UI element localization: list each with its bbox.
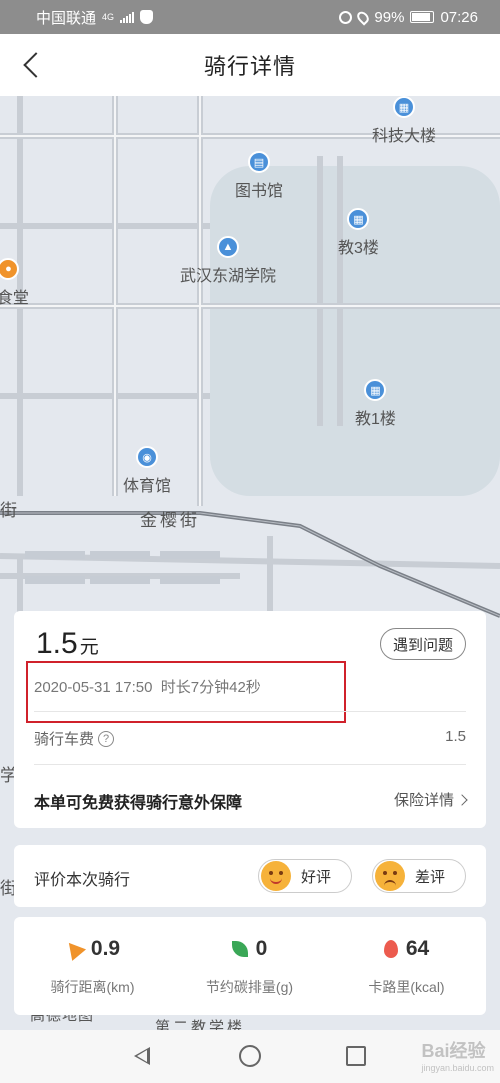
poi-jiao3[interactable]: ▦ 教3楼 [338, 208, 379, 258]
insurance-title: 本单可免费获得骑行意外保障 [34, 795, 243, 812]
bad-review-label: 差评 [415, 868, 446, 886]
poi-label: 教3楼 [338, 240, 379, 257]
good-review-label: 好评 [301, 868, 332, 886]
stat-distance-label: 骑行距离(km) [50, 979, 135, 995]
page-title: 骑行详情 [203, 54, 296, 79]
poi-keji-building[interactable]: ▦ 科技大楼 [372, 96, 436, 146]
rating-card: 评价本次骑行 好评 差评 [14, 845, 486, 907]
status-left: 中国联通 4G [36, 7, 154, 28]
back-button[interactable] [18, 50, 48, 80]
poi-wuhan-donghu[interactable]: ▲ 武汉东湖学院 [180, 236, 276, 286]
angry-face-icon [375, 861, 405, 891]
watermark-text: Bai经验 [421, 1041, 486, 1061]
poi-label: 教1楼 [355, 411, 396, 428]
nav-recent-icon[interactable] [346, 1046, 366, 1066]
stat-carbon-label: 节约碳排量(g) [205, 979, 294, 995]
leaf-icon [231, 941, 248, 957]
poi-label: 体育馆 [123, 478, 172, 495]
fee-value: 1.5 [445, 728, 466, 745]
stat-calories: 64 卡路里(kcal) [328, 917, 485, 1015]
help-icon[interactable]: ? [98, 730, 115, 747]
watermark: Bai经验 jingyan.baidu.com [421, 1037, 494, 1073]
stat-distance-value: 0.9 [90, 937, 121, 960]
chevron-right-icon [456, 793, 468, 806]
stat-calories-top: 64 [328, 937, 485, 961]
building-icon: ▦ [364, 379, 387, 401]
nav-back-icon[interactable] [134, 1047, 150, 1065]
divider [34, 711, 466, 712]
poi-label: 2食堂 [0, 290, 29, 307]
status-time: 07:26 [440, 8, 478, 26]
network-label: 4G [102, 12, 115, 22]
alarm-icon [339, 10, 353, 24]
street-jinying: 金樱街 [140, 511, 200, 530]
stat-carbon-top: 0 [171, 937, 328, 961]
report-problem-button[interactable]: 遇到问题 [380, 628, 466, 660]
good-review-button[interactable]: 好评 [258, 859, 352, 893]
nav-home-icon[interactable] [239, 1045, 261, 1067]
status-right: 99% 07:26 [339, 9, 478, 26]
gym-icon: ◉ [136, 446, 158, 468]
stat-calories-value: 64 [405, 937, 430, 960]
poi-library[interactable]: ▤ 图书馆 [235, 151, 283, 201]
nav-bar: 骑行详情 [0, 34, 500, 96]
battery-icon [410, 11, 435, 23]
highlight-annotation-box [26, 661, 346, 723]
poi-jiao1[interactable]: ▦ 教1楼 [355, 379, 396, 429]
carrier-label: 中国联通 [36, 9, 97, 27]
stats-card: 0.9 骑行距离(km) 0 节约碳排量(g) 64 卡路里(kcal) [14, 917, 486, 1015]
street-teaching: 第二教学楼 [155, 1019, 246, 1030]
direction-arrow-icon [61, 937, 86, 961]
shield-icon [140, 10, 154, 24]
building-icon: ▦ [393, 96, 415, 118]
battery-percent: 99% [374, 8, 405, 26]
watermark-sub: jingyan.baidu.com [421, 1063, 494, 1073]
food-icon: ● [0, 258, 20, 280]
trip-price: 1.5 [36, 627, 78, 660]
street-left: 街 [0, 501, 20, 520]
flame-icon [383, 940, 398, 958]
divider [34, 764, 466, 765]
poi-label: 图书馆 [235, 183, 284, 200]
school-icon: ▲ [217, 236, 239, 258]
stat-carbon: 0 节约碳排量(g) [171, 917, 328, 1015]
bad-review-button[interactable]: 差评 [372, 859, 466, 893]
poi-label: 科技大楼 [372, 128, 437, 145]
location-icon [355, 8, 372, 26]
stat-distance-top: 0.9 [14, 937, 171, 961]
stat-distance: 0.9 骑行距离(km) [14, 917, 171, 1015]
status-bar: 中国联通 4G 99% 07:26 [0, 0, 500, 34]
stat-calories-label: 卡路里(kcal) [368, 979, 445, 995]
book-icon: ▤ [248, 151, 270, 173]
insurance-details-link[interactable]: 保险详情 [393, 789, 468, 810]
building-icon: ▦ [347, 208, 370, 230]
smile-face-icon [261, 861, 291, 891]
trip-card: 1.5 元 遇到问题 2020-05-31 17:50 时长7分钟42秒 骑行车… [14, 611, 486, 828]
poi-gym[interactable]: ◉ 体育馆 [123, 446, 171, 496]
poi-label: 武汉东湖学院 [180, 268, 277, 285]
signal-icon [120, 11, 135, 23]
fee-label: 骑行车费 [34, 731, 95, 748]
rating-title: 评价本次骑行 [34, 872, 131, 889]
insurance-link-label: 保险详情 [393, 792, 454, 809]
fee-label-row: 骑行车费 ? [34, 728, 115, 749]
price-row: 1.5 元 [36, 627, 99, 661]
price-unit: 元 [79, 637, 99, 658]
poi-canteen[interactable]: ● 2食堂 [0, 258, 29, 308]
stat-carbon-value: 0 [255, 937, 268, 960]
